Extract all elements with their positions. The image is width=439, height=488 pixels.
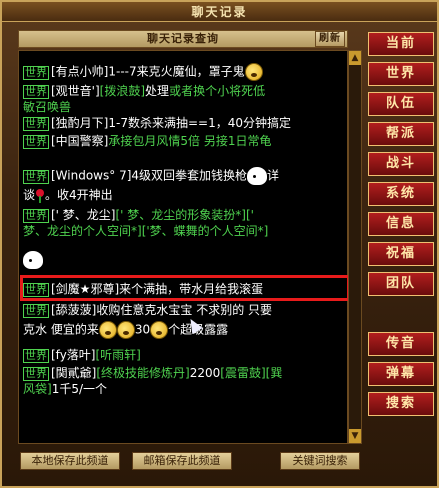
chat-message-cont: 梦、龙尘的个人空间*]['梦、蝶舞的个人空间*] bbox=[23, 223, 345, 239]
channel-tag[interactable]: 世界 bbox=[23, 85, 49, 99]
emoticon-icon bbox=[150, 321, 169, 339]
emoticon-icon bbox=[116, 321, 135, 339]
message-text: 承接包月风情5倍 另接1日常龟 bbox=[108, 134, 272, 148]
channel-tag[interactable]: 世界 bbox=[23, 169, 49, 184]
item-link[interactable]: [终极技能修炼丹] bbox=[96, 366, 189, 380]
sender-name[interactable]: [独酌月下] bbox=[51, 116, 108, 130]
item-link[interactable]: 风袋] bbox=[23, 382, 52, 396]
tab-system[interactable]: 系统 bbox=[368, 182, 434, 206]
channel-tag[interactable]: 世界 bbox=[23, 349, 49, 363]
tab-guild[interactable]: 帮派 bbox=[368, 122, 434, 146]
chat-message: 世界 [舔菠菠]收购住意克水宝宝 不求别的 只要 bbox=[23, 302, 345, 318]
channel-tag[interactable]: 世界 bbox=[23, 117, 49, 131]
message-text: 30 bbox=[134, 322, 151, 337]
chat-message: 世界 [' 梦、龙尘][' 梦、龙尘的形象装扮*][' bbox=[23, 207, 345, 223]
panel-title: 聊天记录查询 bbox=[147, 32, 219, 45]
channel-tag[interactable]: 世界 bbox=[23, 367, 49, 381]
keyword-search-button[interactable]: 关键词搜索 bbox=[280, 452, 360, 470]
tab-current[interactable]: 当前 bbox=[368, 32, 434, 56]
chat-message-cont: 谈。收4开神出 bbox=[23, 187, 345, 203]
highlight-annotation bbox=[20, 275, 350, 301]
item-link[interactable]: [巽 bbox=[266, 366, 283, 380]
sender-name[interactable]: [中国警察] bbox=[51, 134, 108, 148]
channel-tag[interactable]: 世界 bbox=[23, 304, 49, 318]
chat-message-cont: 敏召唤兽 bbox=[23, 100, 72, 114]
message-text: 2200 bbox=[189, 366, 221, 380]
chat-message-cont: 风袋]1千5/一个 bbox=[23, 381, 345, 397]
item-link[interactable]: [拨浪鼓] bbox=[100, 84, 145, 98]
message-text: 4级双回拳套加钱换枪 bbox=[131, 168, 248, 183]
save-mailbox-button[interactable]: 邮箱保存此频道 bbox=[132, 452, 232, 470]
refresh-button[interactable]: 刷新 bbox=[315, 31, 345, 47]
chat-message: 世界 [Windows° 7]4级双回拳套加钱换枪 详 bbox=[23, 167, 345, 185]
tab-whisper[interactable]: 传音 bbox=[368, 332, 434, 356]
sender-name[interactable]: [関貳爺] bbox=[51, 366, 96, 380]
save-local-button[interactable]: 本地保存此频道 bbox=[20, 452, 120, 470]
chat-message: 世界 [观世音'][拨浪鼓]处理或者换个小将死低 bbox=[23, 83, 345, 99]
sender-name[interactable]: [Windows° 7] bbox=[51, 169, 131, 183]
emoticon-icon bbox=[98, 321, 117, 339]
chat-scrollbar[interactable]: ▲ ▼ bbox=[348, 50, 362, 444]
message-text: 。收4开神出 bbox=[45, 188, 113, 202]
chat-message: 世界 [有点小帅]1---7来克火魔仙，罩子鬼 bbox=[23, 63, 345, 81]
item-link[interactable]: 梦、龙尘的个人空间*] bbox=[23, 224, 142, 238]
message-text: 1千5/一个 bbox=[51, 382, 108, 396]
tab-search[interactable]: 搜索 bbox=[368, 392, 434, 416]
chat-message-cont: 克水 便宜的来 30 个超级露露 bbox=[23, 321, 345, 339]
tab-world[interactable]: 世界 bbox=[368, 62, 434, 86]
message-text: 1-7数杀来满抽==1，40分钟搞定 bbox=[108, 116, 291, 130]
bunny-emoticon-icon bbox=[23, 251, 43, 269]
message-text: 收购住意克水宝宝 不求别的 只要 bbox=[96, 303, 273, 317]
rose-icon bbox=[35, 188, 45, 203]
sender-name[interactable]: [有点小帅] bbox=[51, 65, 108, 79]
scroll-up-icon[interactable]: ▲ bbox=[349, 51, 361, 65]
message-text: 1---7来克火魔仙，罩子鬼 bbox=[108, 64, 245, 79]
emoticon-row bbox=[23, 251, 345, 269]
sender-name[interactable]: [舔菠菠] bbox=[51, 303, 96, 317]
sender-name[interactable]: [观世音'] bbox=[51, 84, 100, 98]
chat-message: 世界 [中国警察]承接包月风情5倍 另接1日常龟 bbox=[23, 133, 345, 149]
bunny-emoticon-icon bbox=[247, 167, 268, 185]
message-text: 克水 便宜的来 bbox=[23, 322, 99, 337]
tab-danmaku[interactable]: 弹幕 bbox=[368, 362, 434, 386]
item-link[interactable]: ['梦、蝶舞的个人空间*] bbox=[142, 224, 269, 238]
chat-message: 世界 [独酌月下]1-7数杀来满抽==1，40分钟搞定 bbox=[23, 115, 345, 131]
panel-title-bar: 聊天记录查询 刷新 bbox=[18, 30, 348, 48]
sender-name[interactable]: [fy落叶] bbox=[51, 348, 95, 362]
tab-blessing[interactable]: 祝福 bbox=[368, 242, 434, 266]
chat-message-list[interactable]: 世界 [有点小帅]1---7来克火魔仙，罩子鬼 世界 [观世音'][拨浪鼓]处理或者… bbox=[18, 50, 348, 444]
tab-battle[interactable]: 战斗 bbox=[368, 152, 434, 176]
chat-log-window: 聊天记录 聊天记录查询 刷新 世界 [有点小帅]1---7来克火魔仙，罩子鬼 世界… bbox=[0, 0, 439, 488]
tab-group[interactable]: 团队 bbox=[368, 272, 434, 296]
channel-tag[interactable]: 世界 bbox=[23, 65, 49, 80]
item-link[interactable]: [听雨轩] bbox=[95, 348, 140, 362]
tab-team[interactable]: 队伍 bbox=[368, 92, 434, 116]
message-text: 处理 bbox=[145, 84, 170, 98]
chat-message: 世界 [fy落叶][听雨轩] bbox=[23, 347, 345, 363]
sender-name[interactable]: [' 梦、龙尘] bbox=[51, 208, 115, 222]
item-link[interactable]: [' 梦、龙尘的形象装扮*] bbox=[115, 208, 245, 222]
message-text: 或者换个小将死低 bbox=[169, 84, 266, 98]
channel-tag[interactable]: 世界 bbox=[23, 135, 49, 149]
item-link[interactable]: [震雷鼓] bbox=[220, 366, 265, 380]
chat-message: 世界 [関貳爺][终极技能修炼丹]2200[震雷鼓][巽 bbox=[23, 365, 345, 381]
item-link[interactable]: [' bbox=[246, 208, 254, 222]
scroll-down-icon[interactable]: ▼ bbox=[349, 429, 361, 443]
tab-info[interactable]: 信息 bbox=[368, 212, 434, 236]
channel-tag[interactable]: 世界 bbox=[23, 209, 49, 223]
emoticon-icon bbox=[244, 63, 263, 81]
window-title: 聊天记录 bbox=[2, 2, 437, 22]
message-text: 详 bbox=[267, 168, 280, 183]
message-text: 谈 bbox=[23, 188, 36, 202]
